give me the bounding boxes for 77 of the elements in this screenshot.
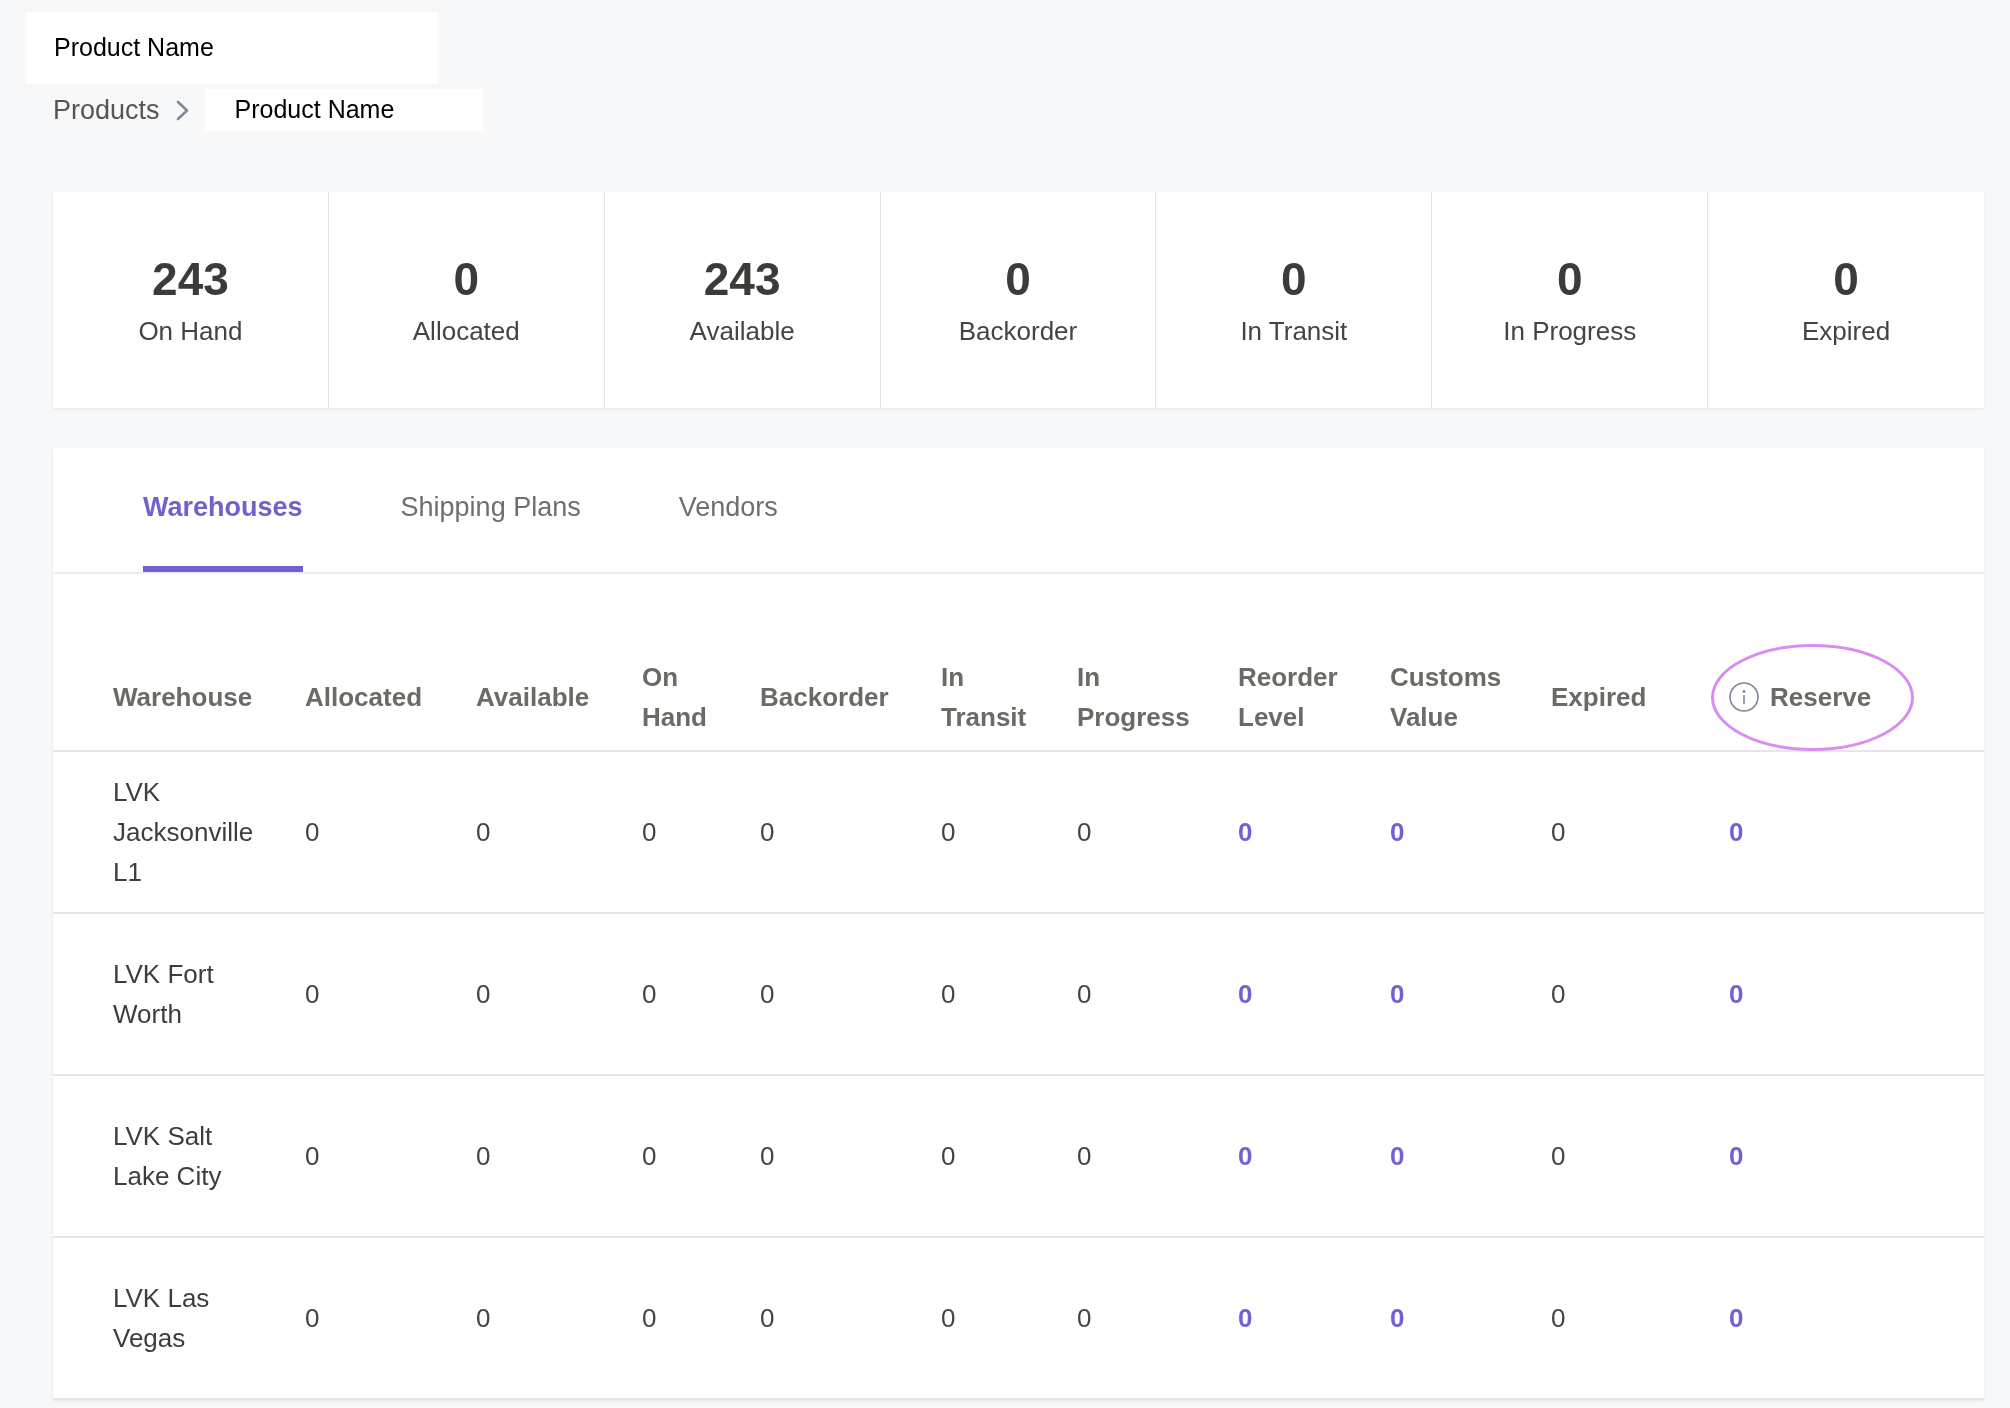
table-cell-text: 0 (941, 1139, 956, 1173)
table-cell-text: 0 (1077, 977, 1092, 1011)
stat-label: Backorder (958, 315, 1078, 347)
table-cell-text: 0 (941, 977, 956, 1011)
column-header: Backorder (760, 681, 889, 714)
column-header: Expired (1551, 681, 1647, 714)
table-cell-text: 0 (642, 815, 657, 849)
table-cell-text: 0 (305, 1139, 320, 1173)
stat-value: 0 (1833, 253, 1859, 305)
page-title: Product Name (26, 12, 438, 84)
stat-label: Expired (1802, 315, 1891, 347)
stat-value: 243 (152, 253, 229, 305)
cell-link[interactable]: 0 (1238, 1298, 1253, 1338)
cell-link[interactable]: 0 (1390, 812, 1405, 852)
stat-label: Available (689, 315, 795, 347)
breadcrumb-current: Product Name (204, 89, 483, 131)
table-cell-text: 0 (642, 977, 657, 1011)
table-cell-text: 0 (941, 815, 956, 849)
table-cell-text: 0 (1077, 1139, 1092, 1173)
table-cell-text: 0 (760, 1301, 775, 1335)
stat-label: In Transit (1240, 315, 1348, 347)
info-icon[interactable] (1729, 682, 1759, 712)
table-cell-text: 0 (305, 815, 320, 849)
tab[interactable]: Vendors (678, 448, 778, 572)
cell-link[interactable]: 0 (1238, 812, 1253, 852)
cell-link[interactable]: 0 (1238, 1136, 1253, 1176)
table-cell-text: 0 (642, 1139, 657, 1173)
table-cell-text: 0 (476, 977, 491, 1011)
table-cell-text: 0 (1077, 815, 1092, 849)
table-cell-text: 0 (760, 815, 775, 849)
cell-link[interactable]: 0 (1238, 974, 1253, 1014)
table-cell-text: 0 (476, 1301, 491, 1335)
tab[interactable]: Shipping Plans (400, 448, 581, 572)
breadcrumb-link[interactable]: Products (53, 89, 160, 131)
stat-value: 0 (1281, 253, 1307, 305)
stat-label: Allocated (412, 315, 520, 347)
table-cell-text: 0 (476, 1139, 491, 1173)
table-cell-text: 0 (476, 815, 491, 849)
table-cell-text: 0 (760, 1139, 775, 1173)
cell-link[interactable]: 0 (1729, 812, 1744, 852)
table-cell-text: 0 (1077, 1301, 1092, 1335)
column-header: Reserve (1770, 681, 1872, 714)
table-cell-text: 0 (1551, 815, 1566, 849)
table-cell-text: 0 (305, 977, 320, 1011)
table-cell-text: 0 (941, 1301, 956, 1335)
table-cell-text: 0 (1551, 1139, 1566, 1173)
table-cell-text: 0 (642, 1301, 657, 1335)
warehouse-name: LVK Las Vegas (113, 1282, 211, 1355)
stat-label: In Progress (1503, 315, 1637, 347)
column-header: Available (476, 681, 590, 714)
column-header: In Progress (1077, 661, 1190, 734)
cell-link[interactable]: 0 (1729, 1136, 1744, 1176)
stat-value: 0 (1556, 253, 1583, 305)
stat-label: On Hand (138, 315, 243, 347)
column-header: Customs Value (1390, 661, 1502, 734)
column-header: On Hand (642, 661, 707, 734)
warehouse-name: LVK Jacksonville L1 (113, 776, 255, 889)
stat-value: 0 (1005, 253, 1031, 305)
warehouse-name: LVK Fort Worth (113, 958, 215, 1031)
warehouse-name: LVK Salt Lake City (113, 1120, 223, 1193)
cell-link[interactable]: 0 (1390, 1298, 1405, 1338)
cell-link[interactable]: 0 (1729, 974, 1744, 1014)
cell-link[interactable]: 0 (1390, 974, 1405, 1014)
tab[interactable]: Warehouses (143, 448, 303, 572)
cell-link[interactable]: 0 (1729, 1298, 1744, 1338)
stat-value: 243 (703, 253, 781, 305)
table-cell-text: 0 (1551, 1301, 1566, 1335)
table-cell-text: 0 (305, 1301, 320, 1335)
column-header: Allocated (305, 681, 423, 714)
table-cell-text: 0 (1551, 977, 1566, 1011)
column-header: Warehouse (113, 681, 253, 714)
chevron-right-icon (175, 99, 189, 121)
stat-value: 0 (453, 253, 480, 305)
column-header: In Transit (941, 661, 1027, 734)
table-cell-text: 0 (760, 977, 775, 1011)
column-header: Reorder Level (1238, 661, 1338, 734)
cell-link[interactable]: 0 (1390, 1136, 1405, 1176)
